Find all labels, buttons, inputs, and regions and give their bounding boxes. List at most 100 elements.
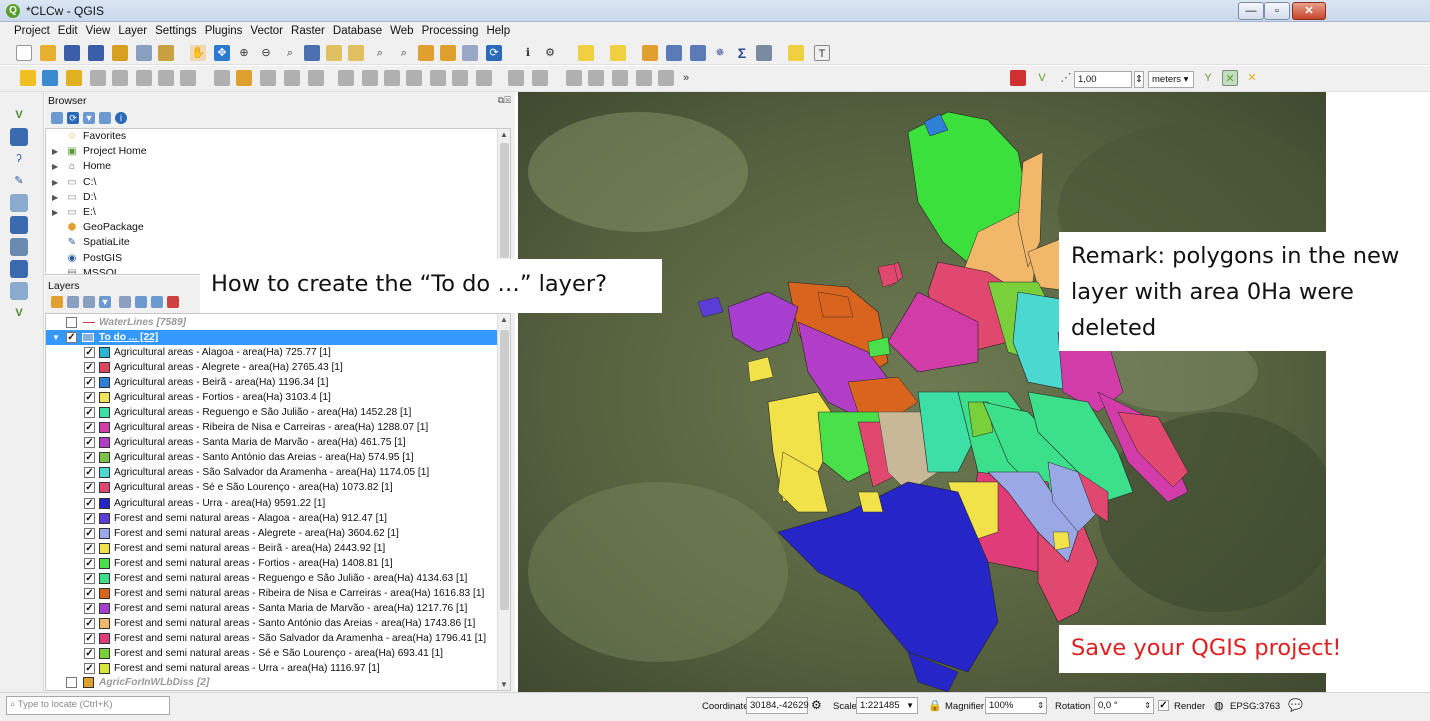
filter-legend-icon[interactable]: ▼ bbox=[99, 296, 111, 308]
menu-plugins[interactable]: Plugins bbox=[201, 22, 247, 37]
coordinate-field[interactable]: 30184,-42629 bbox=[746, 697, 809, 714]
zoom-last-icon[interactable]: ⌕ bbox=[396, 45, 412, 61]
remove-layer-icon[interactable] bbox=[167, 296, 179, 308]
copy-features-icon[interactable] bbox=[406, 70, 422, 86]
globe-icon[interactable]: ◍ bbox=[1214, 699, 1224, 712]
label-properties-icon[interactable] bbox=[180, 70, 196, 86]
layer-checkbox[interactable]: ✓ bbox=[84, 542, 95, 554]
pan-to-selection-icon[interactable]: ✥ bbox=[214, 45, 230, 61]
new-map-view-icon[interactable] bbox=[418, 45, 434, 61]
processing-toolbox-icon[interactable]: ✵ bbox=[712, 45, 728, 61]
layer-checkbox[interactable]: ✓ bbox=[84, 602, 95, 614]
add-postgis-icon[interactable] bbox=[10, 216, 28, 234]
layers-scrollbar[interactable]: ▲ ▼ bbox=[497, 314, 510, 690]
add-wms-icon[interactable] bbox=[10, 238, 28, 256]
current-edits-icon[interactable] bbox=[214, 70, 230, 86]
layer-item[interactable]: ✓ Agricultural areas - Beirã - area(Ha) 1… bbox=[46, 375, 498, 390]
tolerance-spinner[interactable]: ⇕ bbox=[1134, 71, 1144, 88]
advanced-digitizing-icon[interactable] bbox=[508, 70, 524, 86]
label-change-icon[interactable] bbox=[136, 70, 152, 86]
properties-icon[interactable]: i bbox=[115, 112, 127, 124]
measure-icon[interactable] bbox=[756, 45, 772, 61]
layer-checkbox[interactable]: ✓ bbox=[84, 362, 95, 374]
zoom-full-icon[interactable] bbox=[304, 45, 320, 61]
simplify-icon[interactable] bbox=[566, 70, 582, 86]
close-button[interactable]: ✕ bbox=[1292, 2, 1326, 20]
layer-item[interactable]: ✓ Forest and semi natural areas - São Sal… bbox=[46, 631, 498, 646]
add-wfs-icon[interactable] bbox=[10, 282, 28, 300]
layer-checkbox[interactable]: ✓ bbox=[84, 527, 95, 539]
snapping-magnet-icon[interactable] bbox=[1010, 70, 1026, 86]
layer-waterlines[interactable]: WaterLines [7589] bbox=[46, 315, 498, 330]
label-rotate-icon[interactable] bbox=[112, 70, 128, 86]
refresh-browser-icon[interactable]: ⟳ bbox=[67, 112, 79, 124]
delete-selected-icon[interactable] bbox=[362, 70, 378, 86]
rotation-spinbox[interactable]: 0,0 ° ⇕ bbox=[1094, 697, 1154, 714]
snap-options-icon[interactable]: ✕ bbox=[1244, 70, 1260, 86]
add-virtual-layer-icon[interactable] bbox=[10, 194, 28, 212]
layer-item[interactable]: ✓ Forest and semi natural areas - Sé e Sã… bbox=[46, 646, 498, 661]
pan-icon[interactable]: ✋ bbox=[190, 45, 206, 61]
snap-intersection-icon[interactable]: ✕ bbox=[1222, 70, 1238, 86]
label-move-icon[interactable] bbox=[90, 70, 106, 86]
layer-item[interactable]: ✓ Forest and semi natural areas - Alagoa … bbox=[46, 511, 498, 526]
layer-checkbox[interactable]: ✓ bbox=[84, 407, 95, 419]
crs-button[interactable]: EPSG:3763 bbox=[1230, 701, 1280, 712]
collapse-arrow-icon[interactable]: ▼ bbox=[52, 330, 60, 345]
menu-layer[interactable]: Layer bbox=[114, 22, 151, 37]
layer-checkbox[interactable]: ✓ bbox=[84, 512, 95, 524]
layer-item[interactable]: ✓ Forest and semi natural areas - Ribeira… bbox=[46, 586, 498, 601]
layer-checkbox[interactable]: ✓ bbox=[84, 467, 95, 479]
expand-arrow-icon[interactable]: ▶ bbox=[52, 144, 58, 159]
zoom-native-icon[interactable]: ⌕ bbox=[372, 45, 388, 61]
open-layer-styling-icon[interactable] bbox=[51, 296, 63, 308]
layer-checkbox[interactable]: ✓ bbox=[84, 482, 95, 494]
layer-checkbox[interactable]: ✓ bbox=[84, 437, 95, 449]
add-selected-icon[interactable] bbox=[51, 112, 63, 124]
expand-arrow-icon[interactable]: ▶ bbox=[52, 175, 58, 190]
layer-item[interactable]: ✓ Agricultural areas - Urra - area(Ha) 95… bbox=[46, 496, 498, 511]
layer-checkbox[interactable]: ✓ bbox=[84, 377, 95, 389]
manage-map-themes-icon[interactable] bbox=[83, 296, 95, 308]
statistics-icon[interactable]: Σ bbox=[734, 45, 750, 61]
menu-settings[interactable]: Settings bbox=[151, 22, 201, 37]
layer-checkbox[interactable]: ✓ bbox=[84, 617, 95, 629]
layer-item[interactable]: ✓ Agricultural areas - Santo António das … bbox=[46, 450, 498, 465]
layout-manager-icon[interactable] bbox=[136, 45, 152, 61]
show-bookmarks-icon[interactable] bbox=[462, 45, 478, 61]
zoom-out-icon[interactable]: ⊖ bbox=[258, 45, 274, 61]
layer-item[interactable]: ✓ Forest and semi natural areas - Fortios… bbox=[46, 556, 498, 571]
toggle-editing-icon[interactable] bbox=[236, 70, 252, 86]
refresh-icon[interactable]: ⟳ bbox=[486, 45, 502, 61]
layer-item[interactable]: ✓ Agricultural areas - Alegrete - area(Ha… bbox=[46, 360, 498, 375]
layer-checkbox[interactable]: ✓ bbox=[84, 497, 95, 509]
zoom-in-icon[interactable]: ⊕ bbox=[236, 45, 252, 61]
more-tools-icon[interactable]: » bbox=[678, 70, 694, 86]
messages-icon[interactable]: 💬 bbox=[1288, 698, 1303, 712]
minimize-button[interactable]: — bbox=[1238, 2, 1264, 20]
modify-attributes-icon[interactable] bbox=[338, 70, 354, 86]
save-edits-icon[interactable] bbox=[260, 70, 276, 86]
layer-item[interactable]: ✓ Agricultural areas - Santa Maria de Mar… bbox=[46, 435, 498, 450]
zoom-layer-icon[interactable] bbox=[348, 45, 364, 61]
layer-item[interactable]: ✓ Agricultural areas - Ribeira de Nisa e … bbox=[46, 420, 498, 435]
scale-select[interactable]: 1:221485 ▼ bbox=[856, 697, 918, 714]
extents-toggle-icon[interactable]: ⚙ bbox=[811, 698, 822, 712]
collapse-all-layers-icon[interactable] bbox=[151, 296, 163, 308]
snapping-units-select[interactable]: meters ▾ bbox=[1148, 71, 1194, 88]
label-highlight-icon[interactable] bbox=[66, 70, 82, 86]
add-vector-layer-icon[interactable]: V bbox=[10, 106, 28, 124]
fill-ring-icon[interactable] bbox=[636, 70, 652, 86]
expand-arrow-icon[interactable]: ▶ bbox=[52, 190, 58, 205]
new-shapefile-icon[interactable]: V bbox=[10, 304, 28, 322]
layer-item[interactable]: ✓ Forest and semi natural areas - Alegret… bbox=[46, 526, 498, 541]
add-feature-icon[interactable] bbox=[284, 70, 300, 86]
vertex-tool-icon[interactable] bbox=[308, 70, 324, 86]
snapping-tolerance-input[interactable]: 1,00 bbox=[1074, 71, 1132, 88]
expand-arrow-icon[interactable]: ▶ bbox=[52, 159, 58, 174]
style-manager-icon[interactable] bbox=[158, 45, 174, 61]
layer-item[interactable]: ✓ Forest and semi natural areas - Regueng… bbox=[46, 571, 498, 586]
lock-scale-icon[interactable]: 🔒 bbox=[928, 699, 942, 712]
open-project-icon[interactable] bbox=[40, 45, 56, 61]
layer-checkbox[interactable]: ✓ bbox=[84, 452, 95, 464]
